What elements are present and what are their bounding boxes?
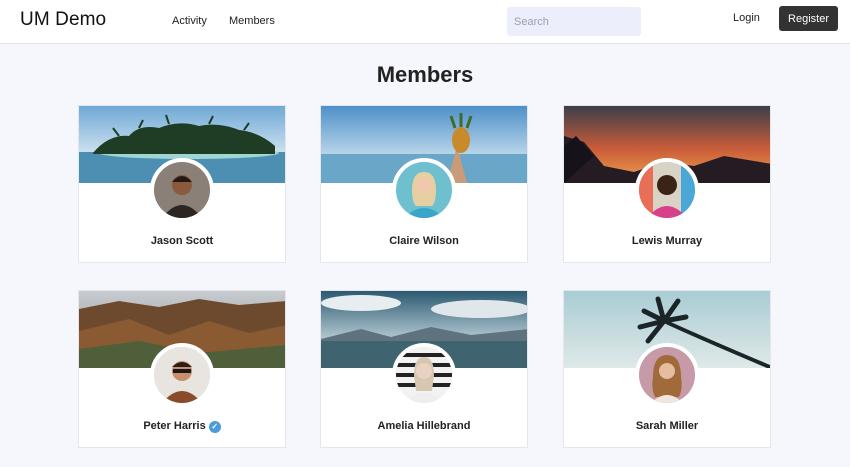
- member-avatar[interactable]: [635, 158, 699, 222]
- member-avatar[interactable]: [635, 343, 699, 407]
- member-card[interactable]: Peter Harris ✓: [78, 290, 286, 448]
- site-logo[interactable]: UM Demo: [20, 9, 106, 31]
- member-card[interactable]: Amelia Hillebrand: [320, 290, 528, 448]
- member-card[interactable]: Lewis Murray: [563, 105, 771, 263]
- nav-activity[interactable]: Activity: [172, 15, 207, 27]
- member-name[interactable]: Peter Harris ✓: [79, 420, 285, 433]
- member-name[interactable]: Sarah Miller: [564, 420, 770, 432]
- top-navbar: UM Demo Activity Members Login Register: [0, 0, 850, 44]
- member-card[interactable]: Jason Scott: [78, 105, 286, 263]
- member-name[interactable]: Lewis Murray: [564, 235, 770, 247]
- member-avatar[interactable]: [392, 158, 456, 222]
- member-name[interactable]: Claire Wilson: [321, 235, 527, 247]
- nav-members[interactable]: Members: [229, 15, 275, 27]
- register-button[interactable]: Register: [779, 6, 838, 31]
- search-input[interactable]: [507, 7, 641, 36]
- verified-check-icon: ✓: [208, 421, 221, 433]
- member-name[interactable]: Jason Scott: [79, 235, 285, 247]
- member-avatar[interactable]: [150, 343, 214, 407]
- member-avatar[interactable]: [392, 343, 456, 407]
- login-link[interactable]: Login: [733, 12, 760, 24]
- member-card[interactable]: Claire Wilson: [320, 105, 528, 263]
- page-title: Members: [376, 62, 474, 87]
- member-card[interactable]: Sarah Miller: [563, 290, 771, 448]
- member-avatar[interactable]: [150, 158, 214, 222]
- member-name[interactable]: Amelia Hillebrand: [321, 420, 527, 432]
